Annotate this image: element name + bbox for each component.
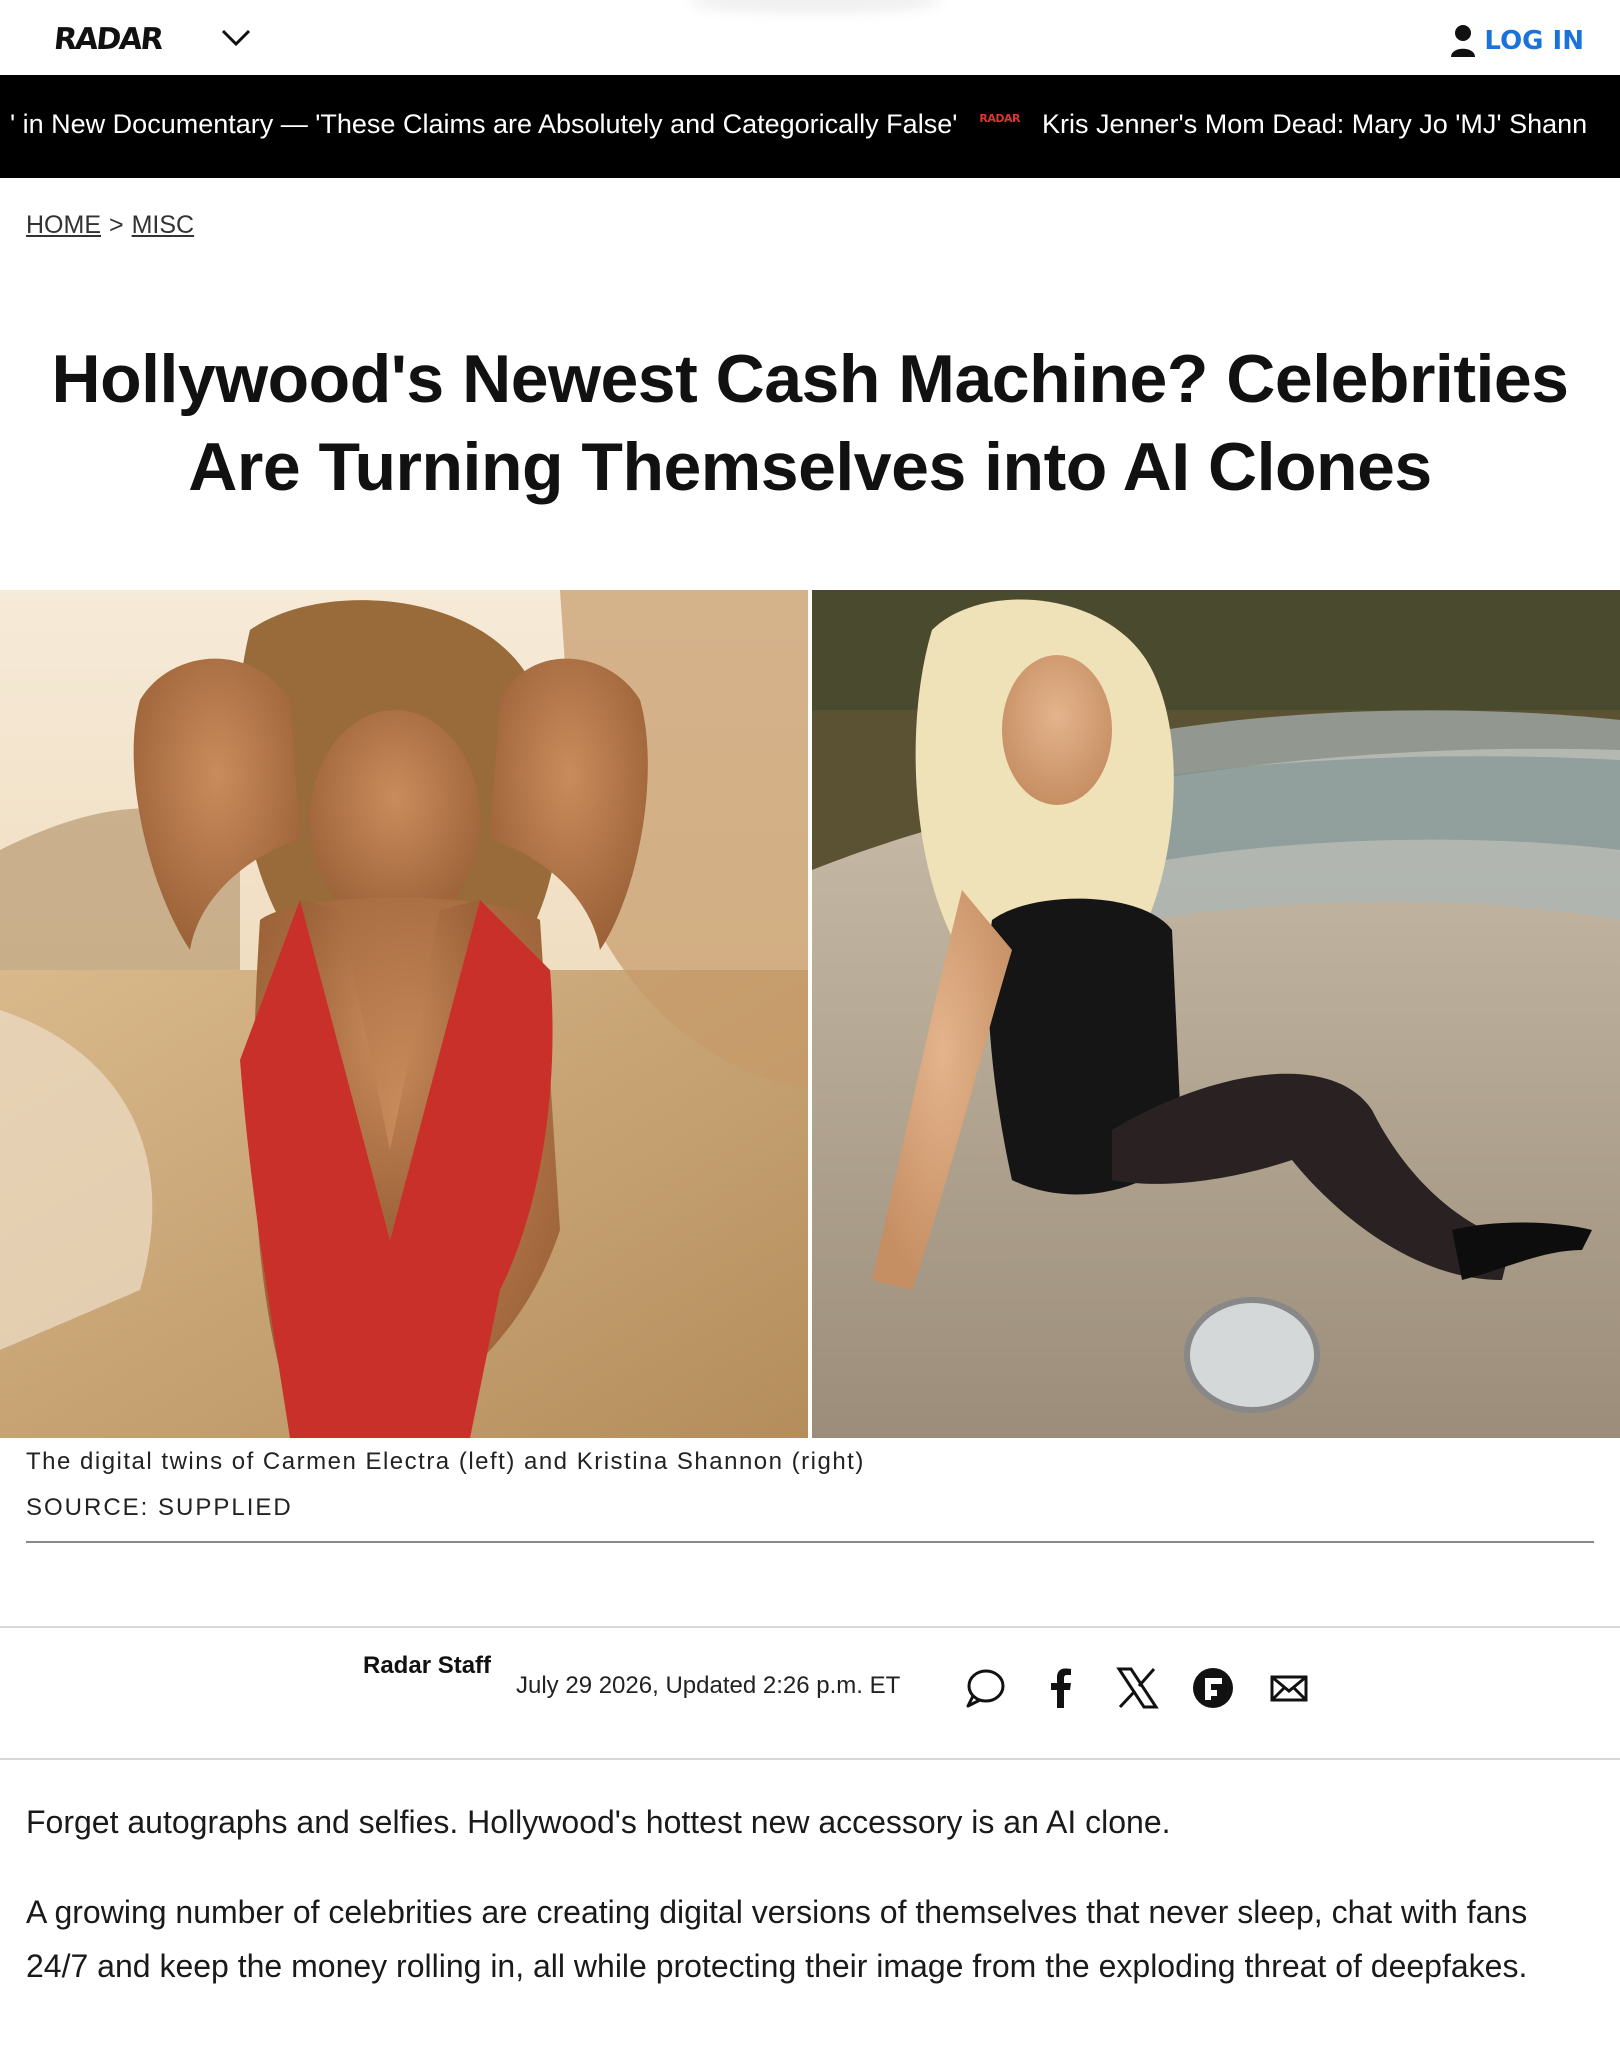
site-header: RADAR LOG IN — [0, 0, 1620, 75]
author-name[interactable]: Radar Staff — [363, 1652, 491, 1680]
image-caption: The digital twins of Carmen Electra (lef… — [26, 1448, 865, 1475]
flipboard-icon[interactable] — [1190, 1665, 1236, 1711]
article-title: Hollywood's Newest Cash Machine? Celebri… — [51, 341, 1570, 505]
hero-photo-right — [812, 590, 1620, 1438]
ticker-separator-logo: RADAR — [979, 112, 1020, 125]
ticker-item[interactable]: ' in New Documentary — 'These Claims are… — [10, 109, 957, 140]
facebook-icon[interactable] — [1038, 1665, 1084, 1711]
beach-photo-illustration — [0, 590, 808, 1438]
site-logo[interactable]: RADAR — [52, 22, 163, 57]
email-icon[interactable] — [1266, 1665, 1312, 1711]
hero-photo-left — [0, 590, 808, 1438]
byline-divider-top — [0, 1626, 1620, 1628]
article-paragraph: Forget autographs and selfies. Hollywood… — [26, 1804, 1171, 1840]
x-icon[interactable] — [1114, 1665, 1160, 1711]
login-label: LOG IN — [1484, 26, 1584, 56]
ticker-item[interactable]: Kris Jenner's Mom Dead: Mary Jo 'MJ' Sha… — [1042, 109, 1587, 140]
breadcrumb-home-link[interactable]: HOME — [26, 211, 101, 240]
header-shadow — [690, 0, 940, 14]
image-source: SOURCE: SUPPLIED — [26, 1494, 293, 1521]
breadcrumb-section-link[interactable]: MISC — [132, 211, 195, 240]
comment-icon[interactable] — [962, 1665, 1008, 1711]
breadcrumb-separator: > — [109, 211, 124, 239]
caption-divider — [26, 1541, 1594, 1543]
chevron-down-icon[interactable] — [220, 26, 252, 50]
article-paragraph: A growing number of celebrities are crea… — [26, 1894, 1528, 1984]
publish-date: July 29 2026, Updated 2:26 p.m. ET — [516, 1672, 901, 1699]
login-button[interactable]: LOG IN — [1450, 24, 1584, 58]
car-photo-illustration — [812, 590, 1620, 1438]
news-ticker: ' in New Documentary — 'These Claims are… — [0, 75, 1620, 178]
hero-image — [0, 590, 1620, 1438]
user-icon — [1451, 25, 1476, 57]
breadcrumb: HOME > MISC — [26, 211, 194, 240]
byline-divider-bottom — [0, 1758, 1620, 1760]
share-bar — [962, 1665, 1312, 1711]
